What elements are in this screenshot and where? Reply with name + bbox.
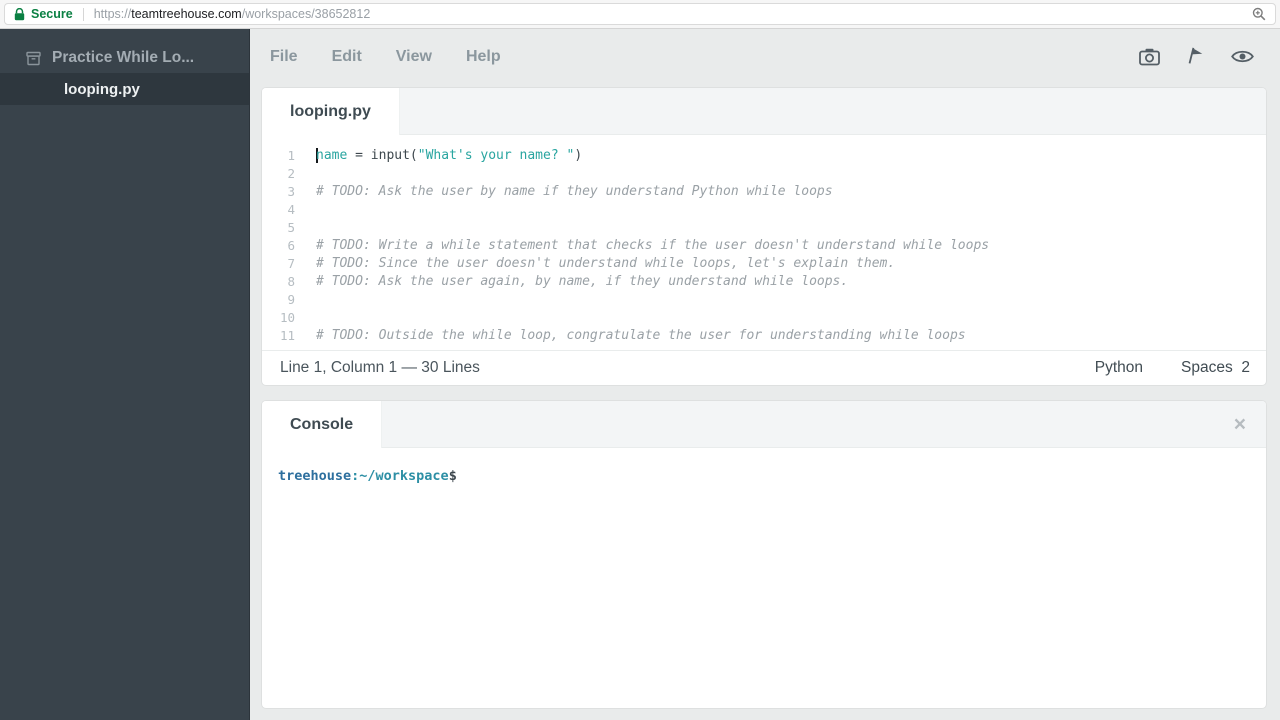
code-line: 2 <box>262 164 1266 182</box>
editor-panel: looping.py 1 name = input("What's your na… <box>262 88 1266 385</box>
browser-chrome: Secure https://teamtreehouse.com/workspa… <box>0 0 1280 29</box>
code-editor[interactable]: 1 name = input("What's your name? ") 2 3 # T… <box>262 135 1266 350</box>
url-text: https://teamtreehouse.com/workspaces/386… <box>94 7 371 21</box>
code-line: 9 <box>262 290 1266 308</box>
code-line-content: name = input("What's your name? ") <box>316 147 583 163</box>
menu-help[interactable]: Help <box>466 48 501 66</box>
console-tabstrip: Console × <box>262 401 1266 448</box>
line-number: 4 <box>287 201 295 217</box>
code-line: 3 # TODO: Ask the user by name if they un… <box>262 182 1266 200</box>
line-number: 3 <box>287 183 295 199</box>
file-name: looping.py <box>64 80 140 98</box>
language-label: Python <box>1094 359 1144 376</box>
tab-looping-py[interactable]: looping.py <box>262 88 400 135</box>
line-number: 6 <box>287 237 295 253</box>
status-right: Python Spaces 2 <box>1095 359 1250 377</box>
code-line: 10 <box>262 308 1266 326</box>
line-number: 11 <box>279 327 295 343</box>
project-name: Practice While Lo... <box>52 49 195 66</box>
console-close-icon[interactable]: × <box>1234 414 1246 435</box>
flag-icon[interactable] <box>1187 47 1204 66</box>
code-line: 11 # TODO: Outside the while loop, congra… <box>262 326 1266 344</box>
code-line: 8 # TODO: Ask the user again, by name, if… <box>262 272 1266 290</box>
code-line-content: # TODO: Ask the user again, by name, if … <box>316 273 849 289</box>
code-line-content: # TODO: Outside the while loop, congratu… <box>316 327 966 343</box>
zoom-icon[interactable] <box>1252 7 1266 21</box>
menu-view[interactable]: View <box>396 48 432 66</box>
line-number: 10 <box>279 309 295 325</box>
line-number: 5 <box>287 219 295 235</box>
project-root-item[interactable]: Practice While Lo... <box>0 43 249 73</box>
cursor-position-label: Line 1, Column 1 — 30 Lines <box>280 359 480 376</box>
eye-icon[interactable] <box>1231 49 1254 64</box>
menu-edit[interactable]: Edit <box>332 48 362 66</box>
code-line: 1 name = input("What's your name? ") <box>262 146 1266 164</box>
line-number: 8 <box>287 273 295 289</box>
url-path: /workspaces/38652812 <box>241 7 371 21</box>
project-box-icon <box>26 51 41 66</box>
workspace-app: Practice While Lo... looping.py File Edi… <box>0 29 1280 720</box>
code-line-content: # TODO: Since the user doesn't understan… <box>316 255 896 271</box>
menubar: File Edit View Help <box>250 29 1280 84</box>
url-scheme: https:// <box>93 7 132 21</box>
line-number: 2 <box>287 165 295 181</box>
code-line: 6 # TODO: Write a while statement that ch… <box>262 236 1266 254</box>
main-area: File Edit View Help looping.py 1 name = … <box>250 29 1280 720</box>
terminal-prompt: treehouse:~/workspace$ <box>278 468 457 484</box>
code-line: 4 <box>262 200 1266 218</box>
menubar-icons <box>1139 47 1254 66</box>
url-bar[interactable]: Secure https://teamtreehouse.com/workspa… <box>4 3 1276 25</box>
editor-status-bar: Line 1, Column 1 — 30 Lines Python Space… <box>262 350 1266 385</box>
line-number: 7 <box>287 255 295 271</box>
menu-file[interactable]: File <box>270 48 298 66</box>
file-tree-sidebar: Practice While Lo... looping.py <box>0 29 250 720</box>
code-line-content: # TODO: Ask the user by name if they und… <box>316 183 833 199</box>
code-line: 5 <box>262 218 1266 236</box>
lock-icon[interactable] <box>14 7 25 21</box>
sidebar-item-looping-py[interactable]: looping.py <box>0 73 249 105</box>
code-line: 7 # TODO: Since the user doesn't understa… <box>262 254 1266 272</box>
tab-console[interactable]: Console <box>262 401 383 448</box>
url-divider <box>82 7 84 21</box>
line-number: 9 <box>287 291 295 307</box>
console-panel: Console × treehouse:~/workspace$ <box>262 401 1266 708</box>
line-number: 1 <box>287 147 295 163</box>
camera-icon[interactable] <box>1139 48 1160 66</box>
terminal[interactable]: treehouse:~/workspace$ <box>262 448 1266 708</box>
url-host: teamtreehouse.com <box>131 7 242 21</box>
code-line-content: # TODO: Write a while statement that che… <box>316 237 990 253</box>
secure-badge[interactable]: Secure <box>31 7 73 21</box>
indentation-label: Spaces 2 <box>1181 359 1250 376</box>
editor-tabstrip: looping.py <box>262 88 1266 135</box>
